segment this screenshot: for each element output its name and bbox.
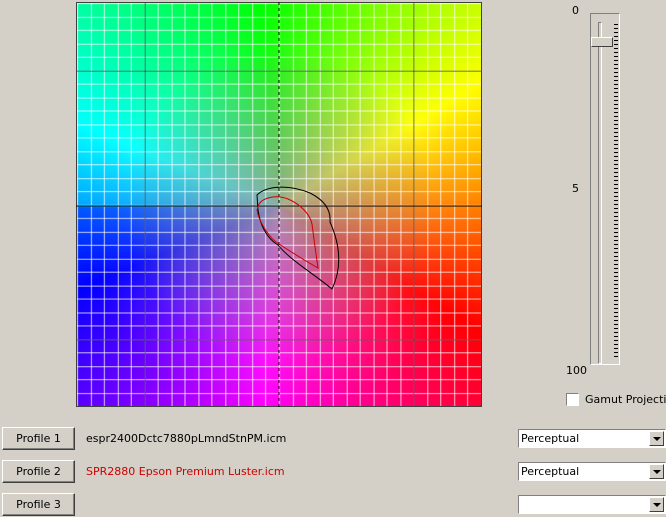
profile-2-button[interactable]: Profile 2 bbox=[2, 460, 75, 483]
gamut-projection-label: Gamut Projection bbox=[585, 393, 666, 406]
profile-3-intent-select[interactable] bbox=[518, 495, 666, 514]
profile-1-intent-value: Perceptual bbox=[521, 432, 580, 445]
gamut-projection-checkbox[interactable] bbox=[566, 393, 579, 406]
gamut-projection-toggle[interactable]: Gamut Projection bbox=[566, 393, 666, 406]
gamut-plot[interactable] bbox=[76, 2, 482, 407]
profile-1-intent-select[interactable]: Perceptual bbox=[518, 429, 666, 448]
profile-2-intent-select[interactable]: Perceptual bbox=[518, 462, 666, 481]
profile-3-button[interactable]: Profile 3 bbox=[2, 493, 75, 516]
lightness-slider-track[interactable] bbox=[598, 22, 602, 364]
scale-label-top: 0 bbox=[572, 4, 579, 17]
scale-label-middle: 5 bbox=[572, 182, 579, 195]
lightness-slider-thumb[interactable] bbox=[591, 37, 613, 47]
slider-ticks bbox=[614, 24, 618, 359]
profile-1-name: espr2400Dctc7880pLmndStnPM.icm bbox=[86, 432, 287, 445]
profile-1-button[interactable]: Profile 1 bbox=[2, 427, 75, 450]
scale-label-bottom: 100 bbox=[566, 364, 587, 377]
chevron-down-icon[interactable] bbox=[649, 464, 664, 479]
chevron-down-icon[interactable] bbox=[649, 431, 664, 446]
profile-2-name: SPR2880 Epson Premium Luster.icm bbox=[86, 465, 285, 478]
chevron-down-icon[interactable] bbox=[649, 497, 664, 512]
profile-2-intent-value: Perceptual bbox=[521, 465, 580, 478]
